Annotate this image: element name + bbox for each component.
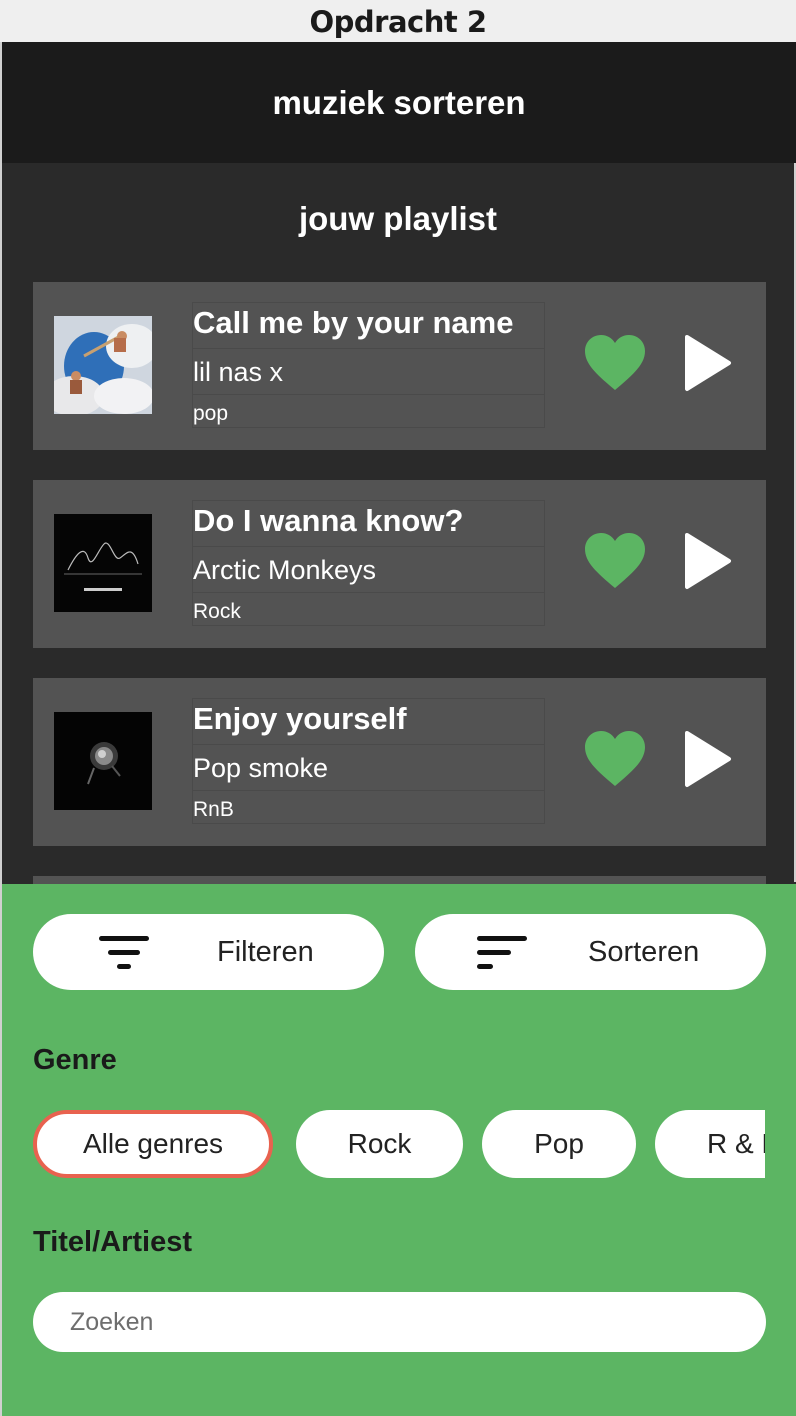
genre-chip-rock[interactable]: Rock <box>296 1110 463 1178</box>
sort-button-label: Sorteren <box>588 936 700 968</box>
track-genre: Rock <box>192 592 545 626</box>
genre-chip-all[interactable]: Alle genres <box>33 1110 273 1178</box>
album-cover <box>54 316 152 414</box>
track-title: Do I wanna know? <box>192 500 545 546</box>
album-cover <box>54 712 152 810</box>
play-icon[interactable] <box>684 334 732 392</box>
track-title: Enjoy yourself <box>192 698 545 744</box>
search-heading: Titel/Artiest <box>33 1226 193 1258</box>
track-genre: pop <box>192 394 545 428</box>
heart-icon[interactable] <box>584 730 646 788</box>
filter-panel: Filteren Sorteren Genre Alle genres Rock… <box>2 884 796 1416</box>
filter-button[interactable]: Filteren <box>33 914 384 990</box>
track-info: Do I wanna know? Arctic Monkeys Rock <box>192 500 545 626</box>
track-genre: RnB <box>192 790 545 824</box>
genre-chip-row: Alle genres Rock Pop R & B <box>33 1110 765 1182</box>
track-artist: lil nas x <box>192 348 545 394</box>
search-input[interactable] <box>33 1292 766 1352</box>
track-card[interactable]: Do I wanna know? Arctic Monkeys Rock <box>33 480 766 648</box>
track-info: Enjoy yourself Pop smoke RnB <box>192 698 545 824</box>
heart-icon[interactable] <box>584 532 646 590</box>
genre-chip-pop[interactable]: Pop <box>482 1110 636 1178</box>
app-header-title: muziek sorteren <box>2 42 796 163</box>
play-icon[interactable] <box>684 730 732 788</box>
genre-chip-rnb[interactable]: R & B <box>655 1110 765 1178</box>
heart-icon[interactable] <box>584 334 646 392</box>
window-title: Opdracht 2 <box>0 0 796 42</box>
track-artist: Arctic Monkeys <box>192 546 545 592</box>
track-info: Call me by your name lil nas x pop <box>192 302 545 428</box>
track-artist: Pop smoke <box>192 744 545 790</box>
filter-icon <box>99 936 149 969</box>
sort-icon <box>477 936 527 969</box>
album-cover <box>54 514 152 612</box>
filter-button-label: Filteren <box>217 936 314 968</box>
playlist-title: jouw playlist <box>298 200 498 237</box>
sort-button[interactable]: Sorteren <box>415 914 766 990</box>
genre-heading: Genre <box>33 1044 117 1076</box>
play-icon[interactable] <box>684 532 732 590</box>
track-card[interactable]: Call me by your name lil nas x pop <box>33 282 766 450</box>
track-card[interactable]: Enjoy yourself Pop smoke RnB <box>33 678 766 846</box>
track-title: Call me by your name <box>192 302 545 348</box>
